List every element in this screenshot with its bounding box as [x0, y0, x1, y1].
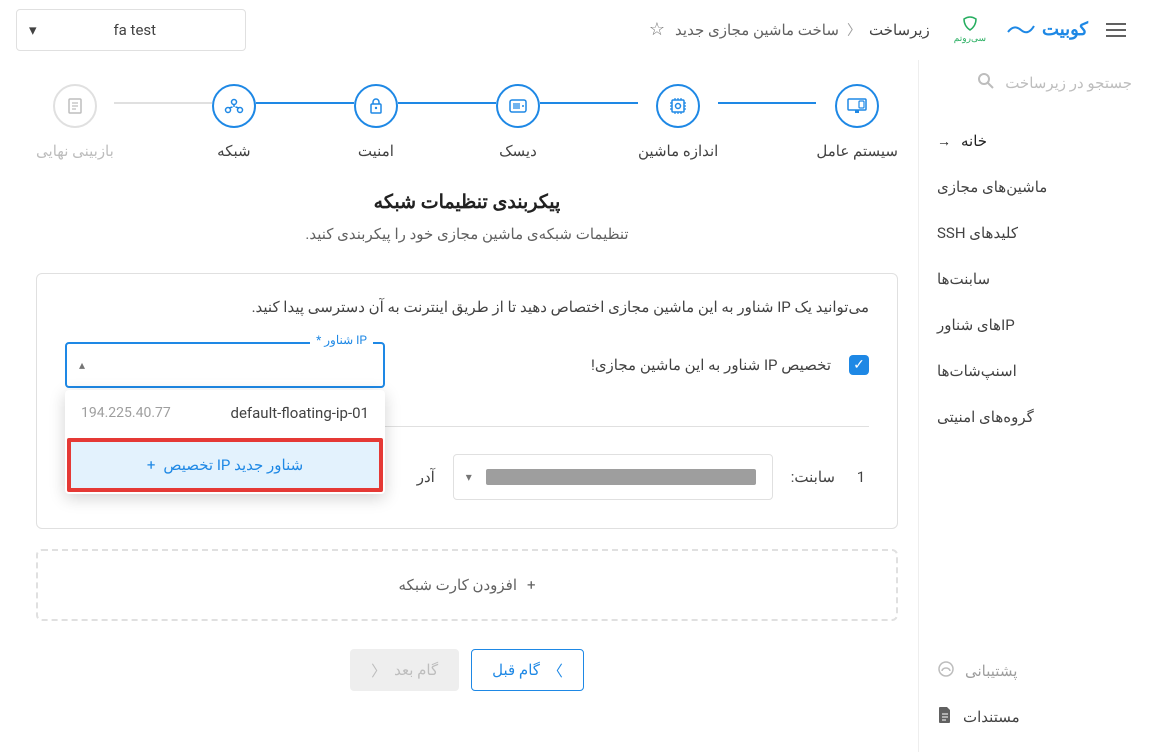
step-disk[interactable]: دیسک	[496, 84, 540, 160]
prev-step-button[interactable]: 〉 گام قبل	[471, 649, 584, 691]
floating-ip-dropdown: 194.225.40.77 default-floating-ip-01 + ت…	[65, 390, 385, 494]
sidebar-home[interactable]: خانه →	[919, 118, 1150, 164]
breadcrumb: زیرساخت 〈 ساخت ماشین مجازی جدید	[675, 20, 930, 40]
section-title: پیکربندی تنظیمات شبکه	[374, 190, 561, 213]
address-label: آدر	[417, 468, 435, 486]
sidebar-home-label: خانه	[961, 132, 987, 150]
project-selected-value: fa test	[37, 21, 233, 39]
sidebar-docs[interactable]: مستندات	[919, 694, 1150, 740]
chevron-left-icon: 〈	[847, 20, 861, 40]
step-network[interactable]: شبکه	[212, 84, 256, 160]
caret-down-icon: ▾	[29, 21, 37, 39]
floating-ip-field-label: IP شناور *	[310, 333, 373, 347]
subnet-label: سابنت:	[791, 468, 835, 486]
sidebar-item-vms[interactable]: ماشین‌های مجازی	[919, 164, 1130, 210]
support-icon	[937, 660, 955, 682]
breadcrumb-root[interactable]: زیرساخت	[869, 21, 930, 39]
hamburger-menu[interactable]	[1098, 12, 1134, 48]
search-icon	[977, 72, 995, 94]
sidebar-search[interactable]: جستجو در زیرساخت	[919, 60, 1150, 106]
floating-ip-hint: می‌توانید یک IP شناور به این ماشین مجازی…	[65, 298, 869, 316]
logo-text: کوبیت	[1042, 19, 1088, 40]
caret-down-icon: ▾	[466, 470, 472, 484]
stepper: سیستم عامل اندازه ماشین دیسک امنیت شبکه …	[36, 84, 898, 160]
caret-up-icon: ▴	[79, 358, 85, 372]
section-subtitle: تنظیمات شبکه‌ی ماشین مجازی خود را پیکربن…	[305, 225, 628, 243]
floating-ip-option-ip: 194.225.40.77	[81, 405, 171, 421]
search-placeholder: جستجو در زیرساخت	[1005, 74, 1132, 92]
subnet-index: 1	[853, 468, 869, 486]
network-card: می‌توانید یک IP شناور به این ماشین مجازی…	[36, 273, 898, 529]
sidebar-item-floating-ips[interactable]: IPهای شناور	[919, 302, 1130, 348]
subnet-select[interactable]: ▾	[453, 454, 773, 500]
assign-floating-ip-checkbox[interactable]: ✓	[849, 355, 869, 375]
sidebar-item-ssh[interactable]: کلیدهای SSH	[919, 210, 1130, 256]
sidebar-item-subnets[interactable]: سابنت‌ها	[919, 256, 1130, 302]
sidebar-support[interactable]: پشتیبانی	[919, 648, 1150, 694]
floating-ip-option[interactable]: 194.225.40.77 default-floating-ip-01	[65, 390, 385, 436]
floating-ip-select[interactable]: ▴	[65, 342, 385, 388]
chevron-right-icon: 〉	[548, 660, 563, 681]
step-security[interactable]: امنیت	[354, 84, 398, 160]
plus-icon: +	[527, 576, 536, 594]
chevron-left-icon: 〈	[371, 660, 386, 681]
project-select[interactable]: ▾ fa test	[16, 9, 246, 51]
plus-icon: +	[147, 456, 156, 474]
add-network-card[interactable]: + افزودن کارت شبکه	[36, 549, 898, 621]
assign-floating-ip-label: تخصیص IP شناور به این ماشین مجازی!	[591, 356, 831, 374]
favorite-star-icon[interactable]: ☆	[649, 19, 665, 40]
breadcrumb-current: ساخت ماشین مجازی جدید	[675, 21, 839, 39]
floating-ip-option-name: default-floating-ip-01	[231, 404, 369, 422]
partner-logo: سی‌روتم	[954, 14, 986, 45]
step-size[interactable]: اندازه ماشین	[638, 84, 718, 160]
document-icon	[937, 706, 953, 728]
step-review[interactable]: بازبینی نهایی	[36, 84, 114, 160]
subnet-value-redacted	[486, 469, 756, 485]
allocate-new-floating-ip[interactable]: + تخصیص IP شناور جدید	[67, 438, 383, 492]
step-os[interactable]: سیستم عامل	[816, 84, 898, 160]
logo[interactable]: کوبیت	[1006, 17, 1088, 42]
logo-wave-icon	[1006, 17, 1036, 42]
sidebar-item-snapshots[interactable]: اسنپ‌شات‌ها	[919, 348, 1130, 394]
sidebar-item-security-groups[interactable]: گروه‌های امنیتی	[919, 394, 1130, 440]
next-step-button[interactable]: گام بعد 〈	[350, 649, 459, 691]
arrow-right-icon: →	[937, 133, 951, 150]
